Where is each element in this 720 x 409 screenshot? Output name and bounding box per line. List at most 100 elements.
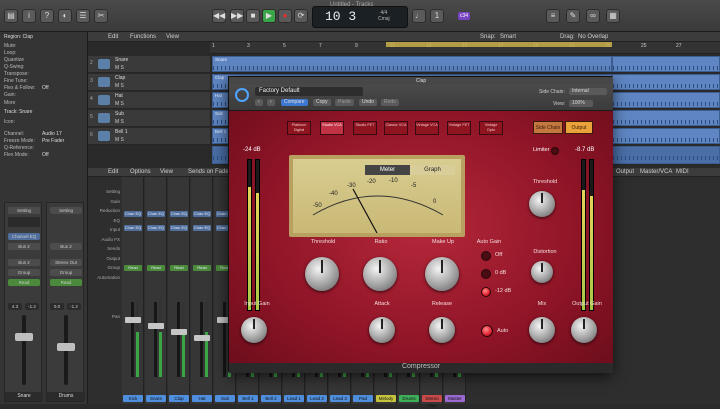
key-badge[interactable]: c34 bbox=[458, 12, 471, 20]
fader-cap[interactable] bbox=[15, 333, 33, 341]
region-header[interactable]: Region: Clap bbox=[4, 34, 33, 40]
track-header[interactable]: 3 Clap M S bbox=[88, 74, 210, 91]
channel-plugin-slot[interactable]: Chan EQ bbox=[193, 211, 211, 217]
fader-cap[interactable] bbox=[194, 335, 210, 341]
mute-solo-buttons[interactable]: M S bbox=[115, 83, 124, 89]
model-button[interactable]: Platinum Digital bbox=[287, 121, 311, 135]
compare-button[interactable]: Compare bbox=[281, 99, 308, 106]
volume-fader[interactable] bbox=[223, 302, 226, 377]
next-preset-icon[interactable]: › bbox=[267, 99, 275, 106]
channel-plugin-slot[interactable]: Chan EQ bbox=[147, 225, 165, 231]
automation-slot[interactable]: Read bbox=[50, 279, 82, 286]
fader-cap[interactable] bbox=[148, 323, 164, 329]
output-slot[interactable]: Stereo Out bbox=[50, 259, 82, 266]
channel-plugin-slot[interactable]: Chan EQ bbox=[170, 211, 188, 217]
model-button-selected[interactable]: Studio VCA bbox=[320, 121, 344, 135]
drag-value[interactable]: No Overlap bbox=[578, 34, 608, 40]
auto-release-led[interactable] bbox=[481, 325, 493, 337]
copy-button[interactable]: Copy bbox=[313, 99, 331, 106]
output-slot[interactable]: Bus 2 bbox=[8, 259, 40, 266]
mixer-view-menu[interactable]: View bbox=[160, 169, 173, 175]
prev-preset-icon[interactable]: ‹ bbox=[255, 99, 263, 106]
mute-solo-buttons[interactable]: M S bbox=[115, 119, 124, 125]
fader-cap[interactable] bbox=[125, 317, 141, 323]
audio-region[interactable] bbox=[612, 128, 720, 144]
track-header[interactable]: 5 Sub M S bbox=[88, 110, 210, 127]
functions-menu[interactable]: Functions bbox=[130, 34, 156, 40]
freeze-value[interactable]: Pre Fader bbox=[42, 138, 64, 144]
threshold-r-knob[interactable] bbox=[529, 191, 555, 217]
distortion-knob[interactable] bbox=[531, 261, 553, 283]
autogain-off-led[interactable] bbox=[481, 251, 491, 261]
input-gain-knob[interactable] bbox=[241, 317, 267, 343]
track-header[interactable]: 2 Snare M S bbox=[88, 56, 210, 73]
automation-mode[interactable]: Read bbox=[147, 265, 165, 271]
cycle-icon[interactable]: ⟳ bbox=[294, 9, 308, 23]
eq-thumbnail[interactable] bbox=[8, 217, 40, 227]
lcd-display[interactable]: 10 3 4/4 Cmaj bbox=[312, 6, 408, 28]
edit-menu[interactable]: Edit bbox=[108, 34, 118, 40]
audio-region[interactable] bbox=[612, 92, 720, 108]
automation-mode[interactable]: Read bbox=[170, 265, 188, 271]
notepad-icon[interactable]: ✎ bbox=[566, 9, 580, 23]
list-editor-icon[interactable]: ≡ bbox=[546, 9, 560, 23]
track-header[interactable]: Track: Snare bbox=[4, 109, 32, 115]
attack-knob[interactable] bbox=[369, 317, 395, 343]
loop-browser-icon[interactable]: ∞ bbox=[586, 9, 600, 23]
mixer-tab[interactable]: Output bbox=[616, 169, 634, 175]
view-menu[interactable]: View bbox=[166, 34, 179, 40]
input-slot[interactable]: Bus 2 bbox=[50, 243, 82, 250]
volume-fader[interactable] bbox=[177, 302, 180, 377]
track-header[interactable]: 4 Hat M S bbox=[88, 92, 210, 109]
audio-region[interactable] bbox=[612, 56, 720, 72]
volume-fader[interactable] bbox=[131, 302, 134, 377]
audio-region[interactable] bbox=[612, 110, 720, 126]
record-icon[interactable]: ● bbox=[278, 9, 292, 23]
flex-follow-value[interactable]: Off bbox=[42, 85, 49, 91]
preset-menu[interactable]: Factory Default bbox=[255, 87, 363, 96]
paste-button[interactable]: Paste bbox=[335, 99, 354, 106]
info-icon[interactable]: i bbox=[22, 9, 36, 23]
threshold-knob[interactable] bbox=[305, 257, 339, 291]
track-header[interactable]: 6 Bell 1M S bbox=[88, 128, 210, 145]
automation-mode[interactable]: Read bbox=[193, 265, 211, 271]
help-icon[interactable]: ? bbox=[40, 9, 54, 23]
model-button[interactable]: Studio FET bbox=[353, 121, 377, 135]
forward-icon[interactable]: ▶▶ bbox=[230, 9, 244, 23]
more-toggle[interactable]: More bbox=[4, 100, 15, 106]
undo-button[interactable]: Undo bbox=[359, 99, 377, 106]
sidechain-button[interactable]: Side Chain bbox=[533, 121, 563, 134]
automation-slot[interactable]: Read bbox=[8, 279, 40, 286]
limiter-led[interactable] bbox=[551, 147, 559, 155]
plugin-slot[interactable]: Channel EQ bbox=[8, 233, 40, 240]
snap-value[interactable]: Smart bbox=[500, 34, 516, 40]
tuner-icon[interactable]: ♩ bbox=[412, 9, 426, 23]
group-slot[interactable]: Group bbox=[8, 269, 40, 276]
sidechain-menu[interactable]: Internal bbox=[569, 88, 607, 95]
volume-fader[interactable] bbox=[22, 315, 26, 385]
mute-solo-buttons[interactable]: M S bbox=[115, 65, 124, 71]
scissors-icon[interactable]: ✂ bbox=[94, 9, 108, 23]
channel-plugin-slot[interactable]: Chan EQ bbox=[170, 225, 188, 231]
library-icon[interactable]: ▤ bbox=[4, 9, 18, 23]
fader-cap[interactable] bbox=[171, 329, 187, 335]
mixer-icon[interactable]: ☰ bbox=[76, 9, 90, 23]
setting-button[interactable]: Setting bbox=[50, 207, 82, 214]
output-button[interactable]: Output bbox=[565, 121, 593, 134]
autogain-minus12-led[interactable] bbox=[481, 287, 491, 297]
volume-fader[interactable] bbox=[154, 302, 157, 377]
mixer-tab[interactable]: Master/VCA bbox=[640, 169, 672, 175]
autogain-0db-led[interactable] bbox=[481, 269, 491, 279]
audio-region[interactable] bbox=[612, 74, 720, 90]
group-slot[interactable]: Group bbox=[50, 269, 82, 276]
mixer-edit-menu[interactable]: Edit bbox=[108, 169, 118, 175]
audio-region[interactable]: Snare bbox=[212, 56, 612, 72]
count-in-icon[interactable]: 1 bbox=[430, 9, 444, 23]
release-knob[interactable] bbox=[429, 317, 455, 343]
view-zoom[interactable]: 100% bbox=[569, 100, 593, 107]
flex-mode-value[interactable]: Off bbox=[42, 152, 49, 158]
power-icon[interactable] bbox=[235, 88, 249, 102]
smart-controls-icon[interactable]: ◐ bbox=[58, 9, 72, 23]
fader-cap[interactable] bbox=[57, 343, 75, 351]
setting-button[interactable]: Setting bbox=[8, 207, 40, 214]
